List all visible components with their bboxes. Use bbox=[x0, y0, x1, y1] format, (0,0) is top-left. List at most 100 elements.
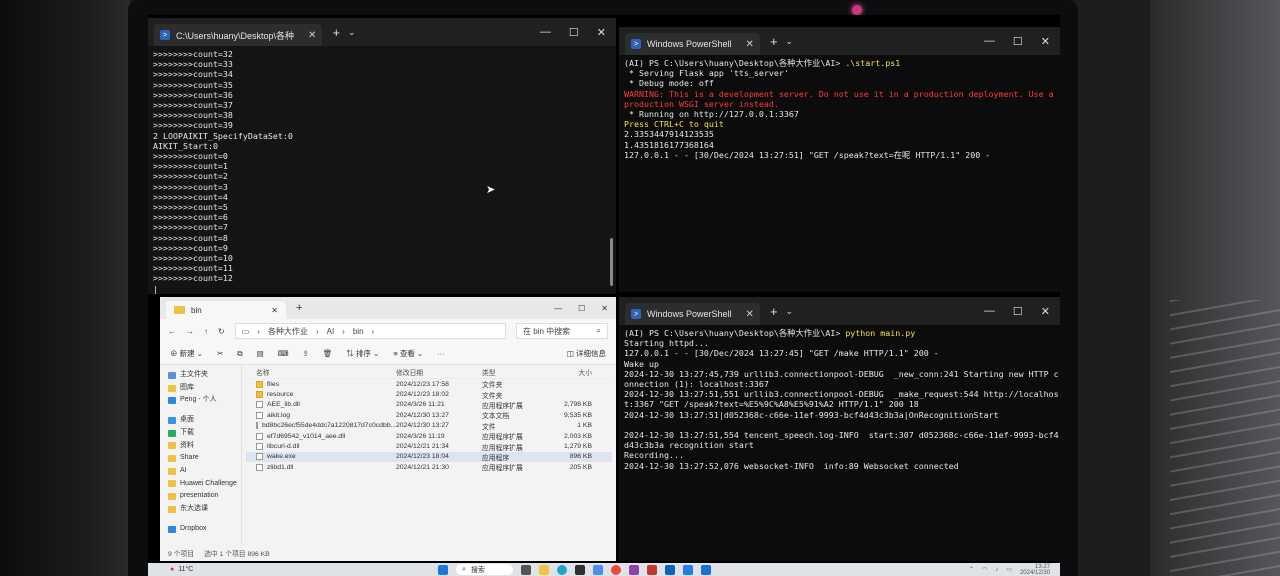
minimize-button[interactable]: — bbox=[984, 305, 995, 318]
nav-item[interactable]: 主文件夹 bbox=[168, 369, 241, 382]
system-tray[interactable]: ⌃ ◠ ♪ ▭ 13:27 2024/12/30 bbox=[969, 564, 1050, 576]
file-row[interactable]: wake.exe 2024/12/23 18:04 应用程序 896 KB bbox=[246, 451, 612, 463]
task-view-icon[interactable] bbox=[520, 564, 531, 575]
column-type[interactable]: 类型 bbox=[482, 367, 552, 377]
close-tab-icon[interactable]: ✕ bbox=[746, 39, 754, 50]
close-tab-icon[interactable]: ✕ bbox=[746, 309, 754, 320]
output-line: >>>>>>>>count=35 bbox=[153, 79, 233, 90]
file-explorer-window[interactable]: bin ✕ + — ☐ ✕ ← → ↑ ↻ ▭ › 各种大作业 › AI › b… bbox=[160, 297, 616, 561]
maximize-button[interactable]: ☐ bbox=[1013, 35, 1023, 48]
nav-item[interactable]: Share bbox=[168, 452, 241, 465]
app-icon[interactable] bbox=[592, 564, 603, 575]
maximize-button[interactable]: ☐ bbox=[578, 304, 585, 313]
ps-bottom-output[interactable]: (AI) PS C:\Users\huany\Desktop\各种大作业\AI>… bbox=[619, 325, 1060, 561]
volume-icon: ♪ bbox=[995, 566, 999, 573]
file-row[interactable]: AEE_lib.dll 2024/3/26 11:21 应用程序扩展 2,798 KB bbox=[246, 400, 612, 410]
file-row[interactable]: libcurl-d.dll 2024/12/21 21:34 应用程序扩展 1,279… bbox=[246, 441, 612, 452]
minimize-button[interactable]: — bbox=[984, 35, 995, 48]
terminal-app-icon[interactable] bbox=[574, 564, 585, 575]
forward-icon[interactable]: → bbox=[186, 327, 194, 336]
share-icon[interactable]: ⇪ bbox=[303, 349, 309, 358]
breadcrumb-item[interactable]: bin bbox=[353, 327, 364, 336]
cmd-window[interactable]: > C:\Users\huany\Desktop\各种 ✕ + ⌄ — ☐ ✕ … bbox=[148, 18, 616, 294]
cmd-output[interactable]: >>>>>>>>count=32 >>>>>>>>count=33 >>>>>>>>… bbox=[148, 46, 616, 294]
nav-item[interactable]: presentation bbox=[168, 490, 241, 503]
column-name[interactable]: 名称 bbox=[246, 367, 396, 377]
nav-item[interactable]: 图库 bbox=[168, 382, 241, 395]
file-row[interactable]: aikit.log 2024/12/30 13:27 文本文档 9,535 KB bbox=[246, 410, 612, 420]
address-bar[interactable]: ▭ › 各种大作业 › AI › bin › bbox=[234, 323, 506, 339]
ps-top-tab[interactable]: > Windows PowerShell ✕ bbox=[625, 33, 760, 55]
taskbar-search[interactable]: ⌕ 搜索 bbox=[456, 564, 513, 575]
close-button[interactable]: ✕ bbox=[601, 304, 608, 313]
file-row[interactable]: ef7d69542_v1014_aee.dll 2024/3/26 11:19 应用… bbox=[246, 431, 612, 441]
nav-item[interactable]: Huawei Challenge bbox=[168, 478, 241, 491]
copy-icon[interactable]: ⧉ bbox=[237, 349, 242, 359]
paste-icon[interactable]: ▤ bbox=[257, 349, 264, 358]
maximize-button[interactable]: ☐ bbox=[569, 26, 579, 39]
nav-item[interactable]: 桌面 bbox=[168, 414, 241, 427]
new-tab-button[interactable]: + bbox=[332, 25, 340, 40]
chrome-icon[interactable] bbox=[610, 564, 621, 575]
new-button[interactable]: ⊕ 新建 ⌄ bbox=[170, 348, 203, 359]
folder-icon bbox=[168, 505, 176, 513]
ps-top-output[interactable]: (AI) PS C:\Users\huany\Desktop\各种大作业\AI>… bbox=[619, 55, 1060, 292]
ps-bottom-tab[interactable]: > Windows PowerShell ✕ bbox=[625, 303, 760, 325]
view-button[interactable]: ≡ 查看 ⌄ bbox=[393, 348, 423, 359]
nav-item[interactable]: AI bbox=[168, 465, 241, 478]
close-button[interactable]: ✕ bbox=[1041, 35, 1050, 48]
nav-item[interactable]: Peng - 个人 bbox=[168, 394, 241, 407]
new-tab-button[interactable]: + bbox=[770, 34, 778, 49]
explorer-app-icon[interactable] bbox=[538, 564, 549, 575]
column-date[interactable]: 修改日期 bbox=[396, 367, 482, 377]
sort-button[interactable]: ⇅ 排序 ⌄ bbox=[346, 348, 379, 359]
minimize-button[interactable]: — bbox=[540, 26, 551, 39]
explorer-tab[interactable]: bin ✕ bbox=[166, 301, 286, 319]
cut-icon[interactable]: ✂ bbox=[217, 349, 223, 358]
word-icon[interactable] bbox=[700, 564, 711, 575]
clock[interactable]: 13:27 2024/12/30 bbox=[1020, 564, 1050, 576]
file-row[interactable]: files 2024/12/23 17:58 文件夹 bbox=[246, 379, 612, 389]
outlook-icon[interactable] bbox=[664, 564, 675, 575]
breadcrumb-item[interactable]: AI bbox=[327, 327, 335, 336]
app-icon[interactable] bbox=[628, 564, 639, 575]
file-row[interactable]: bd8bc26ecf55de4ddc7a1220817d7c0cdbb... 20… bbox=[246, 421, 612, 431]
weather-widget[interactable]: ● 11°C bbox=[170, 566, 193, 573]
close-tab-icon[interactable]: ✕ bbox=[308, 30, 316, 41]
nav-item[interactable]: 东大选课 bbox=[168, 503, 241, 516]
column-size[interactable]: 大小 bbox=[552, 367, 592, 377]
rename-icon[interactable]: ⌨ bbox=[278, 349, 289, 358]
powershell-top-window[interactable]: > Windows PowerShell ✕ + ⌄ — ☐ ✕ (AI) PS… bbox=[619, 27, 1060, 292]
minimize-button[interactable]: — bbox=[554, 304, 562, 313]
nav-item[interactable]: Dropbox bbox=[168, 523, 241, 536]
chevron-down-icon[interactable]: ⌄ bbox=[786, 36, 794, 47]
vscode-icon[interactable] bbox=[682, 564, 693, 575]
chevron-up-icon[interactable]: ⌃ bbox=[969, 566, 974, 573]
back-icon[interactable]: ← bbox=[168, 327, 176, 336]
up-icon[interactable]: ↑ bbox=[204, 327, 208, 336]
cmd-tab[interactable]: > C:\Users\huany\Desktop\各种 ✕ bbox=[154, 24, 323, 46]
chevron-down-icon[interactable]: ⌄ bbox=[348, 27, 356, 38]
file-row[interactable]: resource 2024/12/23 18:02 文件夹 bbox=[246, 389, 612, 400]
maximize-button[interactable]: ☐ bbox=[1013, 305, 1023, 318]
powershell-bottom-window[interactable]: > Windows PowerShell ✕ + ⌄ — ☐ ✕ (AI) PS… bbox=[619, 297, 1060, 561]
file-row[interactable]: zlibd1.dll 2024/12/21 21:30 应用程序扩展 205 KB bbox=[246, 462, 612, 472]
new-tab-button[interactable]: + bbox=[296, 302, 302, 314]
edge-icon[interactable] bbox=[556, 564, 567, 575]
search-input[interactable]: 在 bin 中搜索 ⌕ bbox=[516, 323, 608, 339]
scrollbar[interactable] bbox=[610, 238, 613, 286]
close-tab-icon[interactable]: ✕ bbox=[271, 306, 278, 315]
breadcrumb-item[interactable]: 各种大作业 bbox=[268, 326, 308, 337]
details-button[interactable]: ◫ 详细信息 bbox=[567, 348, 606, 359]
close-button[interactable]: ✕ bbox=[597, 26, 606, 39]
start-icon[interactable] bbox=[438, 564, 448, 575]
nav-item[interactable]: 资料 bbox=[168, 440, 241, 453]
refresh-icon[interactable]: ↻ bbox=[218, 327, 225, 336]
nav-item[interactable]: 下载 bbox=[168, 427, 241, 440]
chevron-down-icon[interactable]: ⌄ bbox=[786, 306, 794, 317]
delete-icon[interactable]: 🗑 bbox=[323, 349, 333, 358]
close-button[interactable]: ✕ bbox=[1041, 305, 1050, 318]
more-icon[interactable]: ··· bbox=[437, 349, 445, 358]
app-icon[interactable] bbox=[646, 564, 657, 575]
new-tab-button[interactable]: + bbox=[770, 304, 778, 319]
